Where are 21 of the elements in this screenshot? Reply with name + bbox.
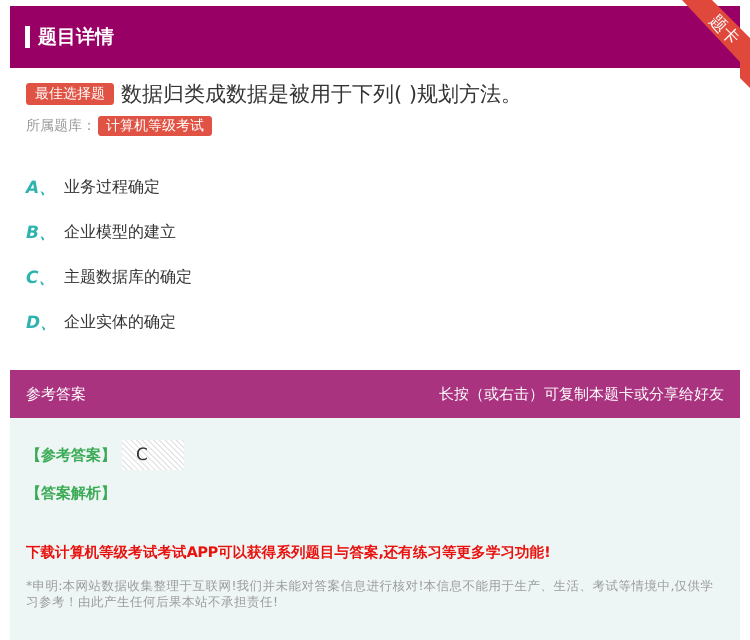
answer-title: 参考答案	[26, 384, 86, 404]
option-text: 主题数据库的确定	[64, 266, 192, 288]
option-letter: A、	[26, 176, 52, 198]
title-marker	[25, 26, 30, 48]
option-text: 企业实体的确定	[64, 312, 176, 332]
option-letter: D、	[26, 312, 52, 334]
option-text: 企业模型的建立	[64, 222, 176, 242]
option-text: 业务过程确定	[64, 176, 160, 198]
disclaimer-text: *申明:本网站数据收集整理于互联网!我们并未能对答案信息进行核对!本信息不能用于生产、生活、考试等情境中,仅供学习参考！由此产生任何后果本站不承担责任!	[26, 578, 714, 610]
option-letter: B、	[26, 222, 52, 244]
question-type-tag: 最佳选择题	[26, 83, 114, 105]
option-letter: C、	[26, 266, 52, 288]
bank-label: 所属题库：	[26, 117, 96, 135]
answer-image: C	[122, 440, 184, 470]
page-title: 题目详情	[38, 25, 114, 50]
question-text: 数据归类成数据是被用于下列( )规划方法。	[121, 81, 522, 108]
share-hint: 长按（或右击）可复制本题卡或分享给好友	[439, 384, 724, 404]
promo-text: 下载计算机等级考试考试APP可以获得系列题目与答案,还有练习等更多学习功能!	[26, 543, 552, 562]
analysis-label: 【答案解析】	[26, 484, 117, 503]
answer-label: 【参考答案】	[26, 446, 116, 464]
bank-tag[interactable]: 计算机等级考试	[98, 116, 212, 136]
